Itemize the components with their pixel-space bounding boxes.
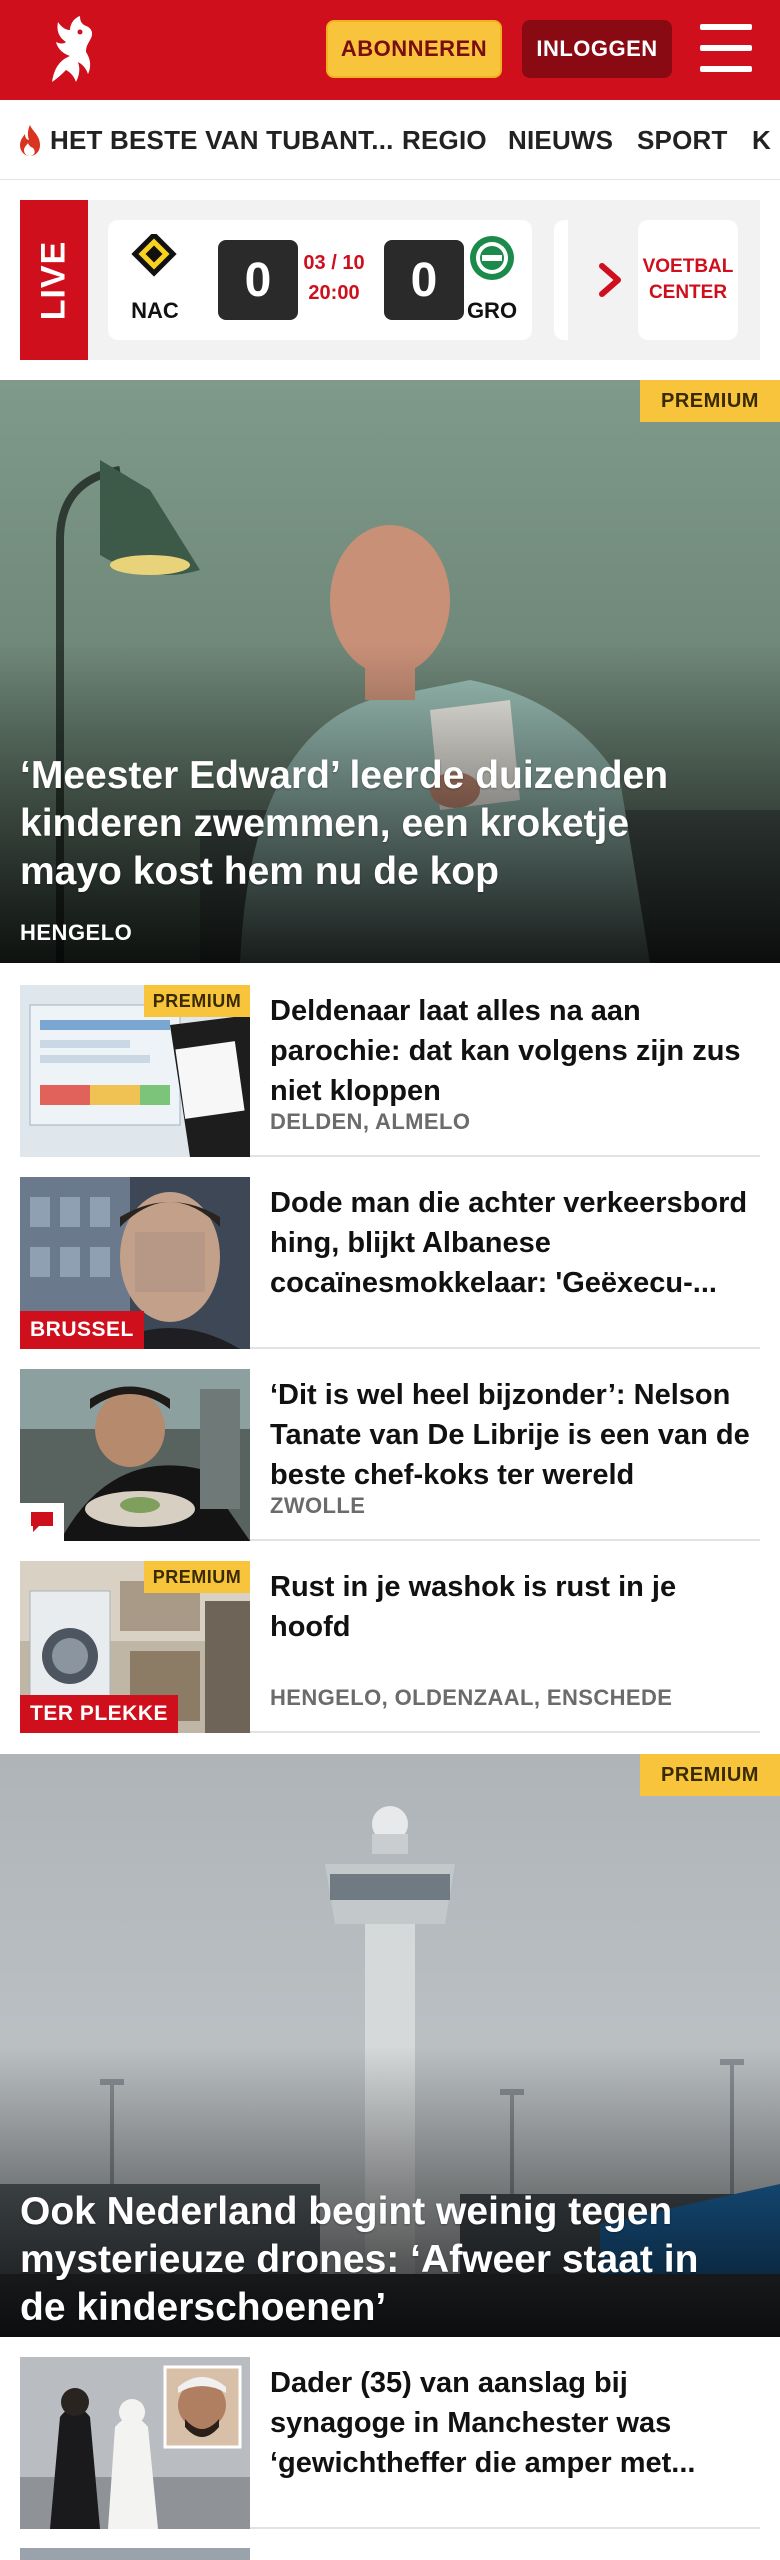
article-title[interactable]: Dode man die achter verkeers­bord hing, … — [270, 1183, 750, 1303]
hero-article-title[interactable]: ‘Meester Edward’ leerde duizenden kinder… — [20, 752, 740, 896]
premium-badge: PREMIUM — [144, 985, 250, 1017]
article-thumbnail: PREMIUM — [20, 985, 250, 1157]
nav-item-regio[interactable]: REGIO — [402, 100, 487, 179]
comment-icon — [20, 1503, 64, 1541]
premium-badge: PREMIUM — [640, 1754, 780, 1796]
list-item[interactable]: PREMIUM Deldenaar laat alles na aan paro… — [20, 985, 760, 1157]
premium-badge: PREMIUM — [640, 380, 780, 422]
home-team-code: NAC — [131, 298, 179, 323]
list-item[interactable]: Dader (35) van aanslag bij synagoge in M… — [20, 2357, 760, 2529]
article-thumbnail: BRUSSEL — [20, 1177, 250, 1349]
premium-badge: PREMIUM — [144, 1561, 250, 1593]
away-team-code: GRO — [466, 298, 518, 323]
voetbal-center-link[interactable]: VOETBAL CENTER — [638, 220, 738, 340]
subscribe-button[interactable]: ABONNEREN — [326, 20, 502, 78]
tubantia-horse-logo[interactable] — [30, 10, 110, 90]
article-title[interactable]: Deldenaar laat alles na aan parochie: da… — [270, 991, 750, 1111]
home-score: 0 — [218, 240, 298, 320]
live-scores-bar: LIVE NAC 0 03 / 10 20:00 0 GRO VOETBAL CE… — [20, 200, 760, 360]
article-thumbnail: PREMIUM TER PLEKKE — [20, 1561, 250, 1733]
flame-icon — [20, 125, 40, 156]
chevron-right-icon[interactable] — [590, 260, 630, 300]
login-button[interactable]: INLOGGEN — [522, 20, 672, 78]
hamburger-menu-icon[interactable] — [700, 24, 752, 72]
category-tag: TER PLEKKE — [20, 1695, 179, 1733]
match-date: 03 / 10 — [303, 252, 365, 274]
article-thumbnail — [20, 1369, 250, 1541]
article-location: DELDEN, ALMELO — [270, 1109, 471, 1134]
next-match-card[interactable] — [554, 220, 568, 340]
live-tag: LIVE — [20, 200, 88, 360]
match-card[interactable]: NAC 0 03 / 10 20:00 0 GRO — [108, 220, 532, 340]
hero-article-location: HENGELO — [20, 920, 133, 945]
article-thumbnail — [20, 2357, 250, 2529]
region-tag: BRUSSEL — [20, 1311, 144, 1349]
nav-item-more[interactable]: K — [752, 100, 771, 179]
hero-article-title[interactable]: Ook Nederland begint weinig tegen myster… — [20, 2188, 740, 2332]
match-time: 20:00 — [308, 282, 360, 304]
article-location: HENGELO, OLDENZAAL, ENSCHEDE — [270, 1685, 673, 1710]
article-title[interactable]: Dader (35) van aanslag bij synagoge in M… — [270, 2363, 750, 2483]
main-nav: HET BESTE VAN TUBANT... REGIO NIEUWS SPO… — [0, 100, 780, 180]
list-item[interactable]: PREMIUM TER PLEKKE Rust in je washok is … — [20, 1561, 760, 1733]
away-score: 0 — [384, 240, 464, 320]
nav-label-best-of: HET BESTE VAN TUBANT... — [50, 124, 394, 155]
article-location: ZWOLLE — [270, 1493, 366, 1518]
nac-badge-icon — [131, 234, 177, 277]
article-title[interactable]: Rust in je washok is rust in je hoofd — [270, 1567, 750, 1647]
match-datetime: 03 / 10 20:00 — [294, 248, 374, 308]
nav-item-best-of[interactable]: HET BESTE VAN TUBANT... — [16, 100, 394, 179]
site-header: ABONNEREN INLOGGEN — [0, 0, 780, 100]
hero-article[interactable]: PREMIUM Ook Nederland begint weinig tege… — [0, 1754, 780, 2337]
list-item[interactable]: ‘Dit is wel heel bijzonder’: Nelson Tana… — [20, 1369, 760, 1541]
groningen-badge-icon — [470, 236, 514, 280]
next-list-item-peek — [20, 2548, 250, 2560]
nav-item-nieuws[interactable]: NIEUWS — [508, 100, 613, 179]
nav-item-sport[interactable]: SPORT — [637, 100, 728, 179]
list-item[interactable]: BRUSSEL Dode man die achter verkeers­bor… — [20, 1177, 760, 1349]
hero-article[interactable]: PREMIUM ‘Meester Edward’ leerde duizende… — [0, 380, 780, 963]
article-title[interactable]: ‘Dit is wel heel bijzonder’: Nelson Tana… — [270, 1375, 750, 1495]
